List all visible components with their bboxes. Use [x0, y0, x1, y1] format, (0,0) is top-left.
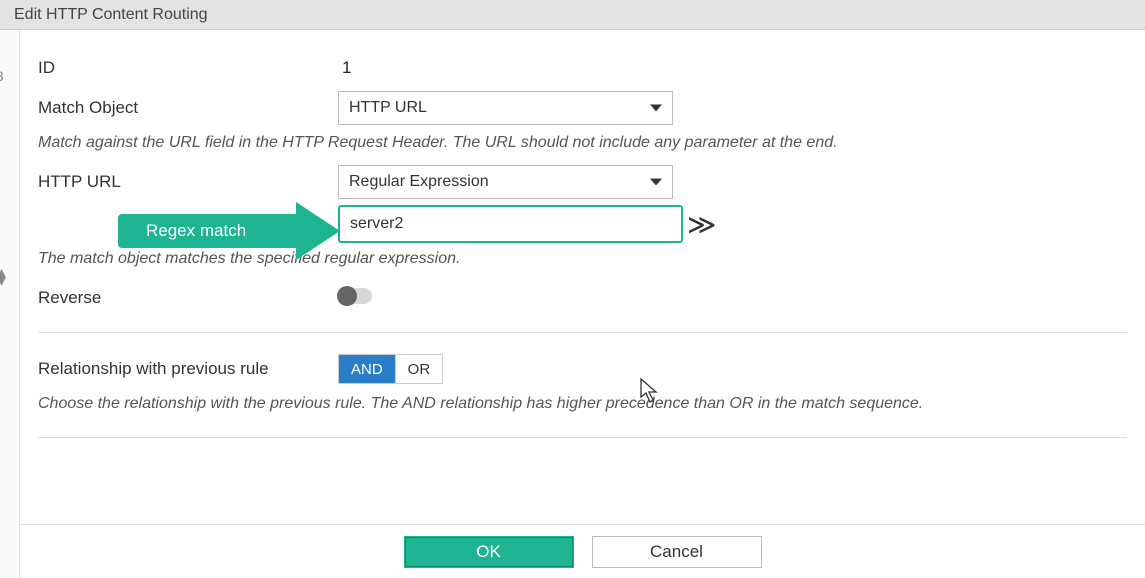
label-reverse: Reverse	[38, 288, 338, 308]
dialog-title-text: Edit HTTP Content Routing	[14, 6, 208, 23]
segment-relationship: AND OR	[338, 354, 443, 384]
cancel-button[interactable]: Cancel	[592, 536, 762, 568]
select-http-url-type[interactable]: Regular Expression	[338, 165, 673, 199]
segment-or[interactable]: OR	[396, 355, 443, 383]
row-match-object: Match Object HTTP URL	[38, 88, 1127, 128]
chevron-down-icon	[650, 179, 662, 186]
toggle-knob	[337, 286, 357, 306]
row-id: ID 1	[38, 48, 1127, 88]
help-match-object: Match against the URL field in the HTTP …	[38, 128, 1127, 162]
divider	[38, 332, 1127, 333]
label-id: ID	[38, 58, 338, 78]
bg-text: t3	[0, 68, 4, 84]
segment-and[interactable]: AND	[339, 355, 396, 383]
help-http-url: The match object matches the specified r…	[38, 244, 1127, 278]
background-panel: t3 ▴▾	[0, 30, 20, 578]
dialog-footer: OK Cancel	[20, 524, 1145, 578]
label-http-url: HTTP URL	[38, 172, 338, 192]
label-match-object: Match Object	[38, 98, 338, 118]
select-http-url-type-value: Regular Expression	[349, 173, 489, 191]
select-match-object-value: HTTP URL	[349, 99, 427, 117]
help-relationship: Choose the relationship with the previou…	[38, 389, 1127, 423]
row-http-url-type: HTTP URL Regular Expression	[38, 162, 1127, 202]
dialog-titlebar: Edit HTTP Content Routing	[0, 0, 1145, 30]
row-http-url-value: ≫	[38, 204, 1127, 244]
chevron-down-icon	[650, 105, 662, 112]
dialog-body: Regex match ID 1 Match Object HTTP URL M…	[20, 30, 1145, 578]
input-http-url[interactable]	[338, 205, 683, 243]
expand-icon[interactable]: ≫	[687, 206, 716, 242]
value-id: 1	[338, 58, 351, 77]
row-relationship: Relationship with previous rule AND OR	[38, 349, 1127, 389]
toggle-reverse[interactable]	[338, 288, 372, 304]
sort-icon: ▴▾	[0, 268, 6, 284]
select-match-object[interactable]: HTTP URL	[338, 91, 673, 125]
divider	[38, 437, 1127, 438]
ok-button[interactable]: OK	[404, 536, 574, 568]
row-reverse: Reverse	[38, 278, 1127, 318]
label-relationship: Relationship with previous rule	[38, 359, 338, 379]
